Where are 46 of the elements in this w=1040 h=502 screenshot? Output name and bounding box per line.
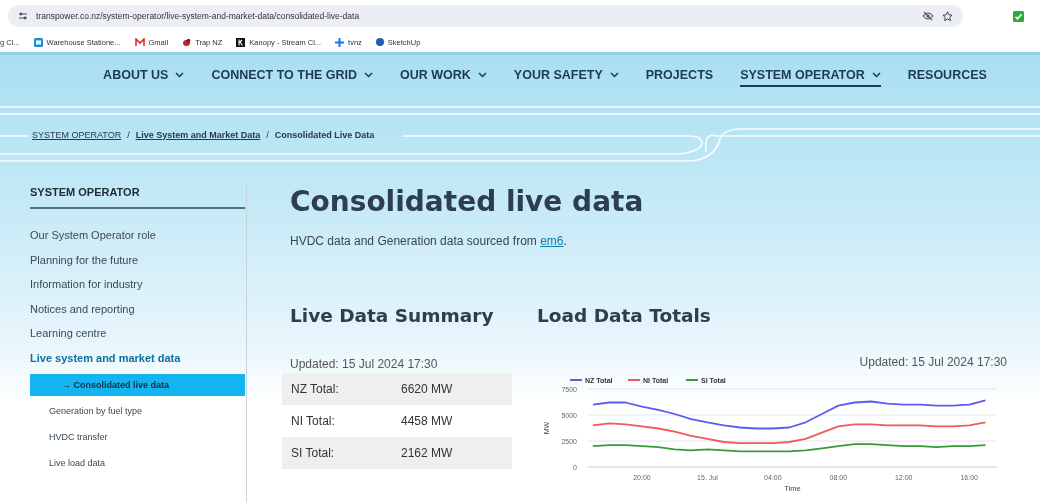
table-cell-text: NZ Total: [291,382,340,396]
nav-link[interactable]: SYSTEM OPERATOR [740,64,881,87]
eye-slash-icon[interactable] [922,11,934,21]
breadcrumb-separator: / [127,130,130,140]
sidebar-subitem[interactable]: Live load data [30,452,245,474]
sidebar-item[interactable]: Live system and market data [30,345,245,370]
sidebar-item[interactable]: Our System Operator role [30,223,245,248]
updated-text: Updated: 15 Jul 2024 17:30 [859,355,1007,369]
star-icon[interactable] [942,10,953,22]
address-bar[interactable]: transpower.co.nz/system-operator/live-system-and-market-data/consolidated-live-data [8,5,963,27]
table-cell-text: SI Total: [291,446,336,460]
table-cell: 4458 MW [401,414,453,428]
sphere-icon [375,38,384,46]
breadcrumb-current: Consolidated Live Data [274,130,375,140]
nav-link[interactable]: CONNECT TO THE GRID [211,64,373,87]
nav-link[interactable]: ABOUT US [103,64,185,87]
nav-link[interactable]: RESOURCES [907,64,987,87]
page-title: Consolidated live data [289,184,644,220]
mail-icon [134,38,145,46]
site-settings-icon [18,11,28,21]
nav-link[interactable]: OUR WORK [400,64,487,87]
sidebar-item[interactable]: Planning for the future [30,247,245,272]
table-cell: 2162 MW [401,446,453,460]
window-icon [33,37,43,47]
letter-tile-icon [236,37,246,47]
intro-text: HVDC data and Generation data sourced from em6. [290,234,567,248]
sidebar-heading: SYSTEM OPERATOR [30,184,245,209]
sidebar-subitem[interactable]: Generation by fuel type [30,400,245,422]
sidebar-item[interactable]: Notices and reporting [30,296,245,321]
breadcrumb-link[interactable]: SYSTEM OPERATOR [32,130,122,140]
updated-text: Updated: 15 Jul 2024 17:30 [290,357,439,371]
table-cell: 6620 MW [401,382,453,396]
sidebar-subitem[interactable]: → Consolidated live data [30,374,245,396]
sidebar-item[interactable]: Learning centre [30,321,245,346]
section-heading: Live Data Summary [289,304,495,328]
breadcrumb-separator: / [266,130,269,140]
nav-link[interactable]: YOUR SAFETY [513,64,619,87]
table-cell-text: NI Total: [291,414,336,428]
bird-icon [182,37,192,47]
sidebar-subitem[interactable]: HVDC transfer [30,426,245,448]
breadcrumb-link[interactable]: Live System and Market Data [135,130,261,140]
sidebar-item[interactable]: Information for industry [30,272,245,297]
nav-link[interactable]: PROJECTS [645,64,714,87]
plus-icon [335,37,345,47]
section-heading: Load Data Totals [537,304,712,328]
checkbox-icon[interactable] [1013,10,1024,22]
